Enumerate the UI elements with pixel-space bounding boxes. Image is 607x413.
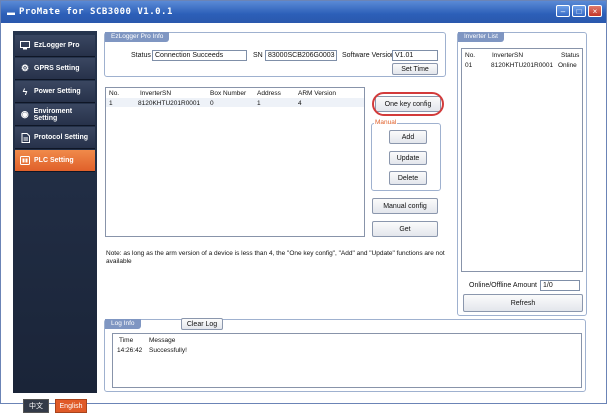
table-header-no: No. <box>109 90 120 97</box>
log-cell: 14:26:42 <box>117 347 143 354</box>
app-window: ▬ ProMate for SCB3000 V1.0.1 – □ × EzLog… <box>0 0 607 413</box>
document-icon <box>20 132 30 143</box>
minimize-icon: – <box>560 6 566 16</box>
sidebar-item-label: Enviroment Setting <box>33 107 73 122</box>
sidebar-item-label: Power Setting <box>34 88 81 95</box>
gear-icon: ⚙ <box>20 63 30 73</box>
language-chinese-button[interactable]: 中文 <box>23 399 49 413</box>
status-label: Status <box>131 52 151 59</box>
sidebar-item-ezlogger-pro[interactable]: EzLogger Pro <box>15 35 95 57</box>
inverter-cell: 01 <box>465 62 473 69</box>
maximize-icon: □ <box>576 6 582 16</box>
table-header-box-number: Box Number <box>210 90 247 97</box>
inverter-header-sn: InverterSN <box>492 52 524 59</box>
inverter-cell: 8120KHTU201R0001 <box>491 62 554 69</box>
sidebar-item-label: GPRS Setting <box>34 65 80 72</box>
monitor-icon <box>20 41 30 51</box>
environment-icon: ◉ <box>20 109 29 119</box>
sidebar: EzLogger Pro ⚙ GPRS Setting ϟ Power Sett… <box>13 31 97 413</box>
software-version-field[interactable]: V1.01 <box>392 50 438 61</box>
manual-group-label: Manual <box>374 119 398 126</box>
one-key-config-highlight <box>372 92 444 116</box>
language-english-button[interactable]: English <box>55 399 87 413</box>
delete-button[interactable]: Delete <box>389 171 427 185</box>
sidebar-item-label: Protocol Setting <box>34 134 89 141</box>
window-title: ProMate for SCB3000 V1.0.1 <box>19 7 173 17</box>
plc-icon <box>20 156 30 166</box>
inverter-list-table <box>461 48 583 272</box>
sn-label: SN <box>253 52 263 59</box>
log-panel-tag: Log Info <box>105 319 141 329</box>
clear-log-button[interactable]: Clear Log <box>181 318 223 330</box>
inverter-header-no: No. <box>465 52 476 59</box>
set-time-button[interactable]: Set Time <box>392 63 438 75</box>
table-cell: 8120KHTU201R0001 <box>138 100 201 107</box>
sidebar-item-label: EzLogger Pro <box>34 42 80 49</box>
refresh-button[interactable]: Refresh <box>463 294 583 312</box>
amount-label: Online/Offline Amount <box>469 282 537 289</box>
sidebar-item-label: PLC Setting <box>34 157 74 164</box>
title-bar: ▬ ProMate for SCB3000 V1.0.1 – □ × <box>1 1 606 23</box>
window-controls: – □ × <box>556 5 602 17</box>
status-field[interactable]: Connection Succeeds <box>152 50 247 61</box>
device-table <box>105 87 365 237</box>
table-cell: 1 <box>109 100 113 107</box>
manual-config-button[interactable]: Manual config <box>372 198 438 214</box>
close-icon: × <box>592 6 598 16</box>
minimize-button[interactable]: – <box>556 5 570 17</box>
sidebar-item-environment-setting[interactable]: ◉ Enviroment Setting <box>15 104 95 126</box>
update-button[interactable]: Update <box>389 151 427 165</box>
sidebar-item-power-setting[interactable]: ϟ Power Setting <box>15 81 95 103</box>
table-cell: 4 <box>298 100 302 107</box>
log-table <box>112 333 582 388</box>
table-header-inverter-sn: InverterSN <box>140 90 172 97</box>
log-header-message: Message <box>149 337 176 344</box>
table-header-arm-version: ARM Version <box>298 90 336 97</box>
sidebar-item-protocol-setting[interactable]: Protocol Setting <box>15 127 95 149</box>
info-panel-tag: EzLogger Pro Info <box>105 32 170 42</box>
maximize-button[interactable]: □ <box>572 5 586 17</box>
inverter-header-status: Status <box>561 52 580 59</box>
log-header-time: Time <box>119 337 134 344</box>
table-cell: 1 <box>257 100 261 107</box>
sidebar-item-gprs-setting[interactable]: ⚙ GPRS Setting <box>15 58 95 80</box>
app-icon: ▬ <box>7 7 15 17</box>
power-icon: ϟ <box>22 86 28 97</box>
software-version-label: Software Version <box>342 52 395 59</box>
close-button[interactable]: × <box>588 5 602 17</box>
inverter-cell: Online <box>558 62 577 69</box>
version-note: Note: as long as the arm version of a de… <box>106 250 445 265</box>
log-cell: Successfully! <box>149 347 187 354</box>
table-cell: 0 <box>210 100 214 107</box>
add-button[interactable]: Add <box>389 130 427 144</box>
get-button[interactable]: Get <box>372 221 438 237</box>
sn-field[interactable]: 83000SCB206G0003 <box>265 50 337 61</box>
table-header-address: Address <box>257 90 281 97</box>
sidebar-item-plc-setting[interactable]: PLC Setting <box>15 150 95 172</box>
inverter-list-tag: Inverter List <box>458 32 504 42</box>
amount-field[interactable]: 1/0 <box>540 280 580 291</box>
